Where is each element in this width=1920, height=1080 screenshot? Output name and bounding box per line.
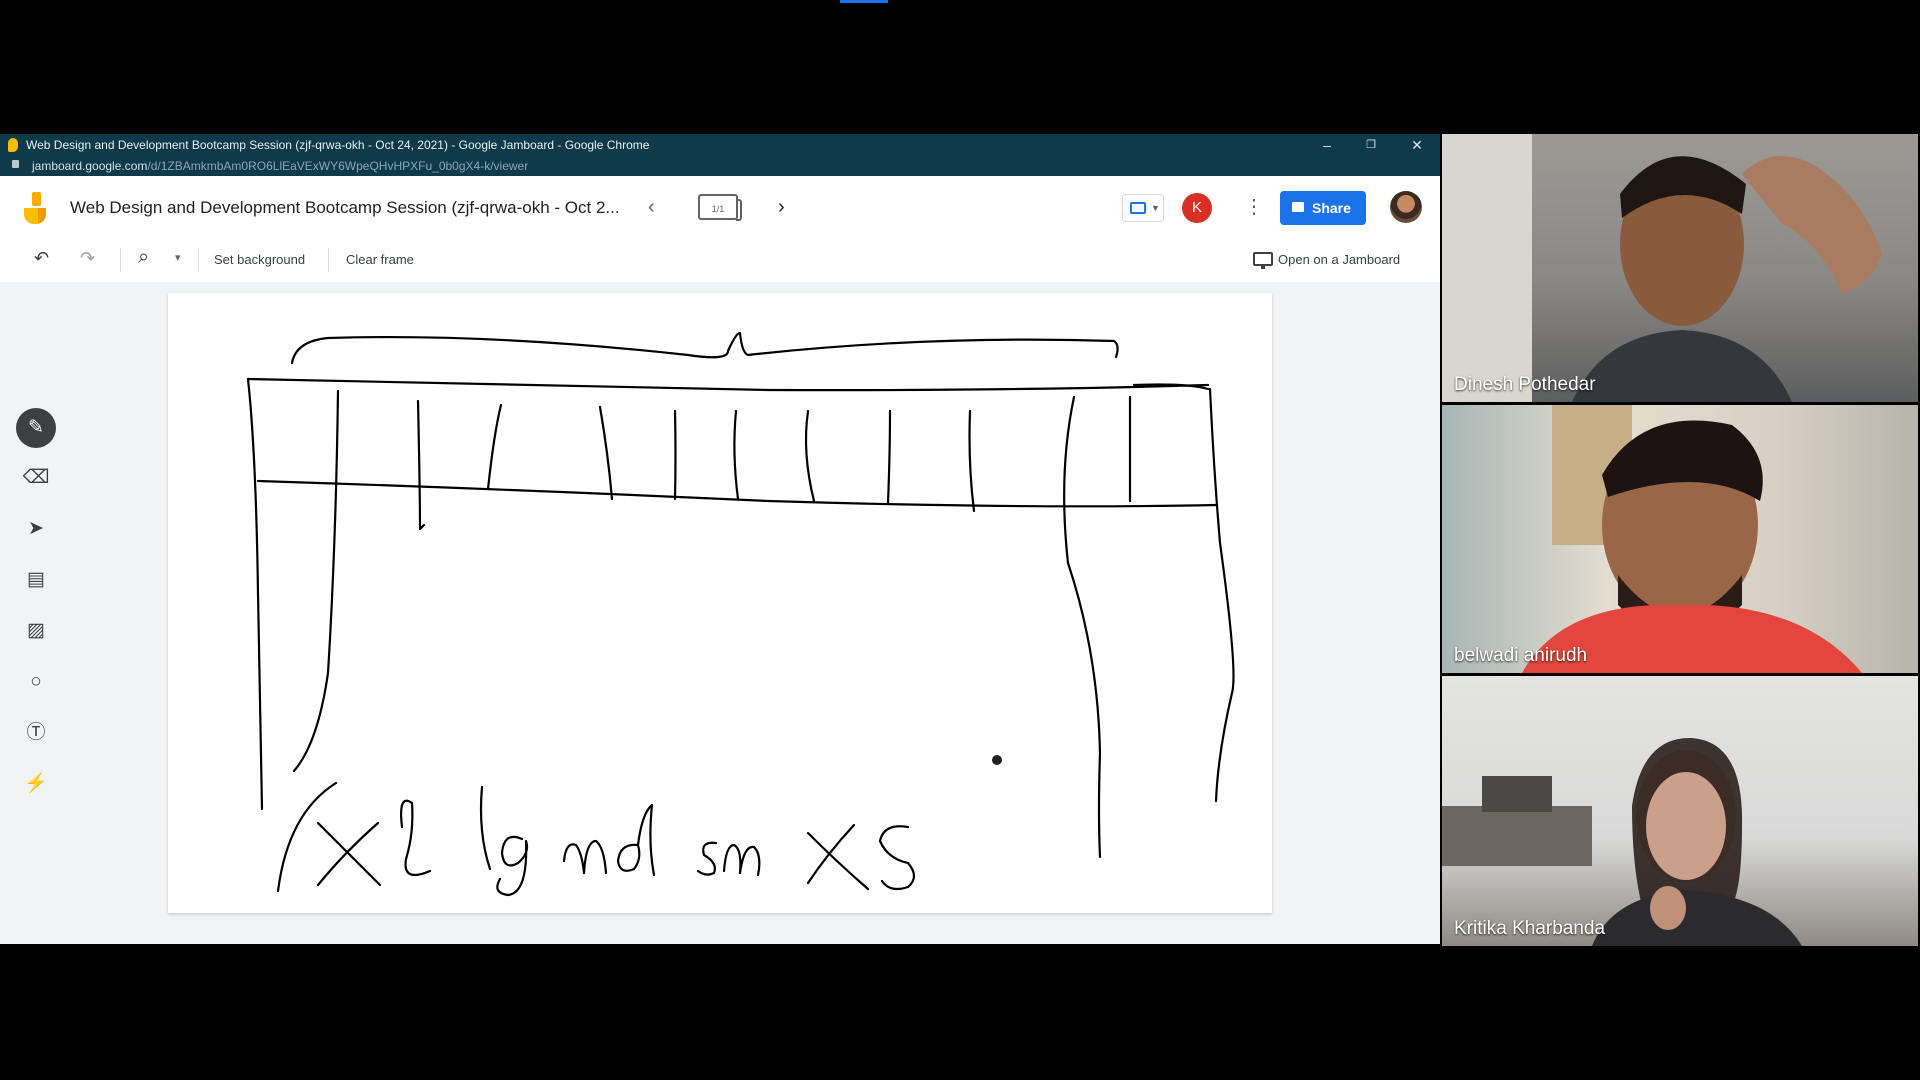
toolbar-divider <box>120 248 121 272</box>
participant-name: Kritika Kharbanda <box>1454 918 1606 939</box>
document-title[interactable]: Web Design and Development Bootcamp Sess… <box>70 198 620 218</box>
cursor-icon: ➤ <box>28 518 44 539</box>
pen-tool[interactable]: ✎ <box>16 408 56 448</box>
more-options-button[interactable]: ⋮ <box>1244 194 1264 219</box>
clear-frame-button[interactable]: Clear frame <box>346 252 414 267</box>
lock-icon <box>12 160 19 168</box>
laser-icon: ⚡ <box>24 773 48 794</box>
participant-video <box>1442 134 1882 402</box>
circle-tool[interactable]: ○ <box>16 662 56 702</box>
present-button[interactable]: ▼ <box>1122 194 1164 222</box>
eraser-tool[interactable]: ⌫ <box>16 458 56 498</box>
url-text[interactable]: jamboard.google.com/d/1ZBAmkmbAm0RO6LlEa… <box>32 159 528 173</box>
participant-name: Dinesh Pothedar <box>1454 374 1596 395</box>
text-box-icon: Ⓣ <box>26 722 46 743</box>
text-box-tool[interactable]: Ⓣ <box>16 713 56 753</box>
minimize-button[interactable]: – <box>1316 136 1338 154</box>
open-on-jamboard-button[interactable]: Open on a Jamboard <box>1278 252 1400 267</box>
lock-icon <box>1292 202 1304 212</box>
window-title: Web Design and Development Bootcamp Sess… <box>26 138 650 152</box>
chevron-down-icon: ▼ <box>1151 203 1160 213</box>
participant-tile[interactable]: belwadi anirudh <box>1442 405 1918 673</box>
image-icon: ▨ <box>27 620 45 641</box>
set-background-button[interactable]: Set background <box>214 252 305 267</box>
zoom-icon[interactable]: ⌕ <box>138 246 149 269</box>
select-tool[interactable]: ➤ <box>16 509 56 549</box>
circle-icon: ○ <box>30 671 42 692</box>
next-frame-button[interactable]: › <box>778 196 785 219</box>
pen-icon: ✎ <box>28 417 44 438</box>
jamboard-toolbar: ↶ ↷ ⌕ ▾ Set background Clear frame Open … <box>0 238 1440 282</box>
share-button[interactable]: Share <box>1280 191 1366 225</box>
redo-icon[interactable]: ↷ <box>80 248 95 269</box>
address-bar[interactable]: jamboard.google.com/d/1ZBAmkmbAm0RO6LlEa… <box>0 156 1440 176</box>
laser-tool[interactable]: ⚡ <box>16 764 56 804</box>
jamboard-favicon-icon <box>8 138 18 152</box>
share-label: Share <box>1312 200 1351 216</box>
restore-button[interactable]: ❐ <box>1360 136 1382 154</box>
participant-tile[interactable]: Dinesh Pothedar <box>1442 134 1918 402</box>
jamboard-header: Web Design and Development Bootcamp Sess… <box>0 176 1440 239</box>
cast-icon[interactable] <box>1253 252 1273 270</box>
participant-video <box>1442 737 1802 946</box>
shared-screen: Web Design and Development Bootcamp Sess… <box>0 134 1440 944</box>
image-tool[interactable]: ▨ <box>16 611 56 651</box>
jamboard-logo-icon[interactable] <box>22 192 48 224</box>
browser-title-bar: Web Design and Development Bootcamp Sess… <box>0 134 1440 156</box>
tool-rail: ✎ ⌫ ➤ ▤ ▨ ○ Ⓣ ⚡ <box>14 408 58 804</box>
account-avatar[interactable] <box>1390 191 1422 223</box>
participant-video <box>1522 405 1862 673</box>
eraser-icon: ⌫ <box>22 467 50 488</box>
whiteboard-frame[interactable] <box>168 293 1272 913</box>
toolbar-divider <box>328 248 329 272</box>
participant-name: belwadi anirudh <box>1454 645 1588 666</box>
close-button[interactable]: ✕ <box>1406 136 1428 154</box>
present-icon <box>1130 202 1146 214</box>
zoom-dropdown-icon[interactable]: ▾ <box>175 251 181 264</box>
participant-tile[interactable]: Kritika Kharbanda <box>1442 676 1918 946</box>
frame-bar-button[interactable]: 1/1 <box>698 194 742 221</box>
handwriting-layer <box>246 331 1235 897</box>
toolbar-divider <box>198 248 199 272</box>
undo-icon[interactable]: ↶ <box>34 248 49 269</box>
previous-frame-button[interactable]: ‹ <box>648 196 655 219</box>
collaborator-avatar[interactable]: K <box>1182 193 1212 223</box>
sticky-note-icon: ▤ <box>27 569 45 590</box>
sticky-note-tool[interactable]: ▤ <box>16 560 56 600</box>
progress-indicator <box>840 0 888 3</box>
